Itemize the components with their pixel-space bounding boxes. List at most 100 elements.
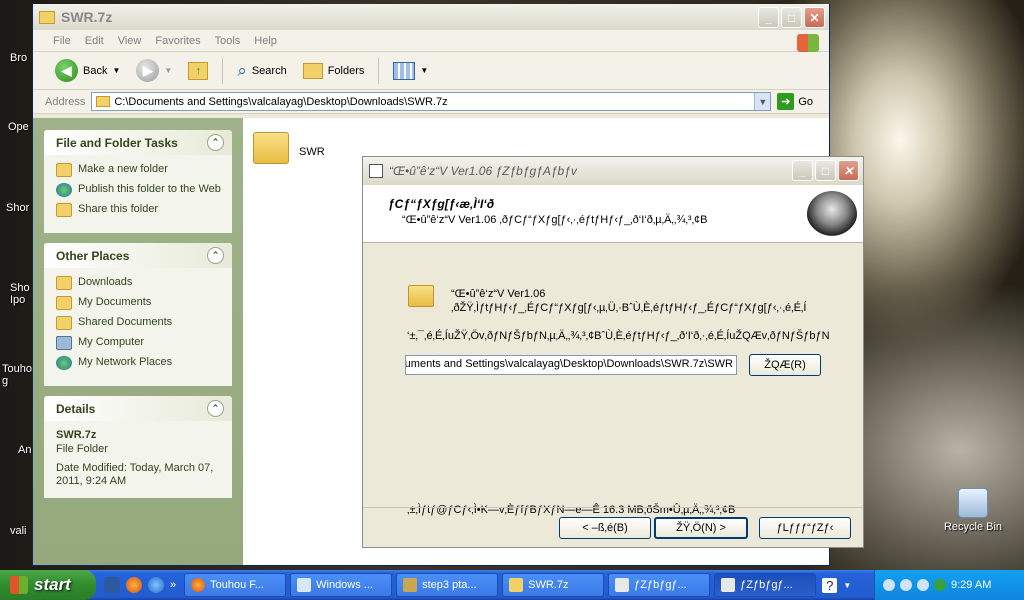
tray-icon[interactable] xyxy=(934,579,946,591)
folder-icon[interactable] xyxy=(253,132,289,164)
place-label: Shared Documents xyxy=(78,316,173,328)
tray-icon[interactable] xyxy=(883,579,895,591)
folders-button[interactable]: Folders xyxy=(299,61,369,81)
file-folder-tasks-panel: File and Folder Tasks ⌃ Make a new folde… xyxy=(44,130,232,233)
details-name: SWR.7z xyxy=(56,429,97,441)
explorer-title-bar[interactable]: SWR.7z _ □ ✕ xyxy=(33,4,829,30)
search-label: Search xyxy=(251,64,287,77)
menu-edit[interactable]: Edit xyxy=(85,35,104,47)
taskbar: start » Touhou F... Windows ... step3 pt… xyxy=(0,570,1024,600)
panel-body: Downloads My Documents Shared Documents … xyxy=(44,268,232,386)
back-button[interactable]: ◀ Back ▼ xyxy=(51,57,124,84)
forward-button[interactable]: ▶ ▼ xyxy=(132,57,176,84)
place-my-documents[interactable]: My Documents xyxy=(56,296,222,310)
tray-icon[interactable] xyxy=(917,579,929,591)
folder-item-label[interactable]: SWR xyxy=(299,146,325,158)
publish-web-icon xyxy=(56,183,72,197)
taskbar-button[interactable]: ƒZƒbƒgƒ... xyxy=(608,573,711,597)
task-publish-folder[interactable]: Publish this folder to the Web xyxy=(56,183,222,197)
address-input[interactable]: C:\Documents and Settings\valcalayag\Des… xyxy=(91,92,772,111)
tray-icon[interactable] xyxy=(900,579,912,591)
installer-body: “Œ•û”ê‘z“V Ver1.06 ‚ðŽŸ‚ÌƒtƒHƒ‹ƒ_‚ÉƒCƒ“ƒ… xyxy=(363,243,863,547)
installer-logo-icon xyxy=(807,191,857,237)
place-downloads[interactable]: Downloads xyxy=(56,276,222,290)
recycle-bin[interactable]: Recycle Bin xyxy=(938,488,1008,533)
minimize-button[interactable]: _ xyxy=(792,160,813,181)
back-button[interactable]: < –ß‚é(B) xyxy=(559,517,651,539)
collapse-chevron-icon[interactable]: ⌃ xyxy=(207,134,224,151)
menu-tools[interactable]: Tools xyxy=(215,35,241,47)
desktop-icon-label[interactable]: Bro xyxy=(10,52,27,64)
go-button[interactable]: ➔ Go xyxy=(777,93,813,110)
views-button[interactable]: ▼ xyxy=(389,60,432,82)
taskbar-button[interactable]: ƒZƒbƒgƒ... xyxy=(714,573,817,597)
minimize-button[interactable]: _ xyxy=(758,7,779,28)
installer-title-bar[interactable]: “Œ•û”ê‘z“V Ver1.06 ƒZƒbƒgƒAƒbƒv _ □ ✕ xyxy=(363,157,863,185)
folder-icon xyxy=(39,10,55,24)
task-make-new-folder[interactable]: Make a new folder xyxy=(56,163,222,177)
install-location-text: ‚ðŽŸ‚ÌƒtƒHƒ‹ƒ_‚ÉƒCƒ“ƒXƒg[ƒ‹‚µ‚Ü‚·BˆÙ‚È‚é… xyxy=(451,302,807,314)
collapse-chevron-icon[interactable]: ⌃ xyxy=(207,400,224,417)
menu-favorites[interactable]: Favorites xyxy=(155,35,200,47)
chevron-down-icon[interactable]: ▼ xyxy=(754,93,771,110)
recycle-bin-icon xyxy=(958,488,988,518)
back-label: Back xyxy=(83,64,108,77)
photoshop-icon[interactable] xyxy=(104,577,120,593)
start-button[interactable]: start xyxy=(0,570,96,600)
up-folder-button[interactable]: ↑ xyxy=(184,60,212,82)
panel-header[interactable]: Details ⌃ xyxy=(44,396,232,421)
panel-header[interactable]: File and Folder Tasks ⌃ xyxy=(44,130,232,155)
place-my-computer[interactable]: My Computer xyxy=(56,336,222,350)
taskbar-button[interactable]: SWR.7z xyxy=(502,573,605,597)
panel-body: Make a new folder Publish this folder to… xyxy=(44,155,232,233)
taskbar-button[interactable]: Windows ... xyxy=(290,573,393,597)
menu-help[interactable]: Help xyxy=(254,35,277,47)
shared-folder-icon xyxy=(56,316,72,330)
quick-launch: » xyxy=(96,577,184,593)
computer-icon xyxy=(56,336,72,350)
place-my-network[interactable]: My Network Places xyxy=(56,356,222,370)
desktop-icon-label[interactable]: An xyxy=(18,444,31,456)
cancel-button[interactable]: ƒLƒƒƒ“ƒZƒ‹ xyxy=(759,517,851,539)
place-label: My Computer xyxy=(78,336,145,348)
header-subtitle: “Œ•û”ê‘z“V Ver1.06 ‚ðƒCƒ“ƒXƒg[ƒ‹‚·‚éƒtƒH… xyxy=(402,214,708,226)
menu-file[interactable]: File xyxy=(53,35,71,47)
panel-body: SWR.7z File Folder Date Modified: Today,… xyxy=(44,421,232,498)
close-button[interactable]: ✕ xyxy=(804,7,825,28)
clock: 9:29 AM xyxy=(951,579,992,591)
collapse-chevron-icon[interactable]: ⌃ xyxy=(207,247,224,264)
next-button[interactable]: ŽŸ‚Ö(N) > xyxy=(654,517,748,539)
search-button[interactable]: ⌕ Search xyxy=(233,59,290,83)
documents-folder-icon xyxy=(56,296,72,310)
task-label: Touhou F... xyxy=(210,579,264,591)
chevron-more-icon[interactable]: » xyxy=(170,579,176,591)
installer-header: ƒCƒ“ƒXƒg[ƒ‹æ‚Ì‘I‘ð “Œ•û”ê‘z“V Ver1.06 ‚ð… xyxy=(363,185,863,243)
task-share-folder[interactable]: Share this folder xyxy=(56,203,222,217)
place-shared-documents[interactable]: Shared Documents xyxy=(56,316,222,330)
task-label: ƒZƒbƒgƒ... xyxy=(634,579,687,591)
archive-icon xyxy=(403,578,418,592)
help-icon[interactable]: ? xyxy=(822,577,838,593)
taskbar-button[interactable]: step3 pta... xyxy=(396,573,499,597)
maximize-button[interactable]: □ xyxy=(781,7,802,28)
desktop-icon-label[interactable]: Touho g xyxy=(2,363,32,387)
firefox-icon xyxy=(191,578,206,592)
panel-header[interactable]: Other Places ⌃ xyxy=(44,243,232,268)
task-label: ƒZƒbƒgƒ... xyxy=(740,579,793,591)
desktop-icon-label[interactable]: vali xyxy=(10,525,27,537)
chevron-down-icon[interactable]: ▼ xyxy=(843,581,851,590)
media-player-icon[interactable] xyxy=(148,577,164,593)
maximize-button[interactable]: □ xyxy=(815,160,836,181)
desktop-icon-label[interactable]: Ope xyxy=(8,121,29,133)
taskbar-button[interactable]: Touhou F... xyxy=(184,573,287,597)
start-label: start xyxy=(34,575,71,594)
close-button[interactable]: ✕ xyxy=(838,160,859,181)
install-path-input[interactable]: C:\Documents and Settings\valcalayag\Des… xyxy=(405,355,737,375)
desktop-icon-label[interactable]: Shor xyxy=(6,202,29,214)
browse-button[interactable]: ŽQÆ(R) xyxy=(749,354,821,376)
firefox-icon[interactable] xyxy=(126,577,142,593)
windows-logo-icon xyxy=(797,34,819,52)
menu-view[interactable]: View xyxy=(118,35,142,47)
caption-buttons: _ □ ✕ xyxy=(792,160,859,181)
header-title: ƒCƒ“ƒXƒg[ƒ‹æ‚Ì‘I‘ð xyxy=(388,197,495,211)
